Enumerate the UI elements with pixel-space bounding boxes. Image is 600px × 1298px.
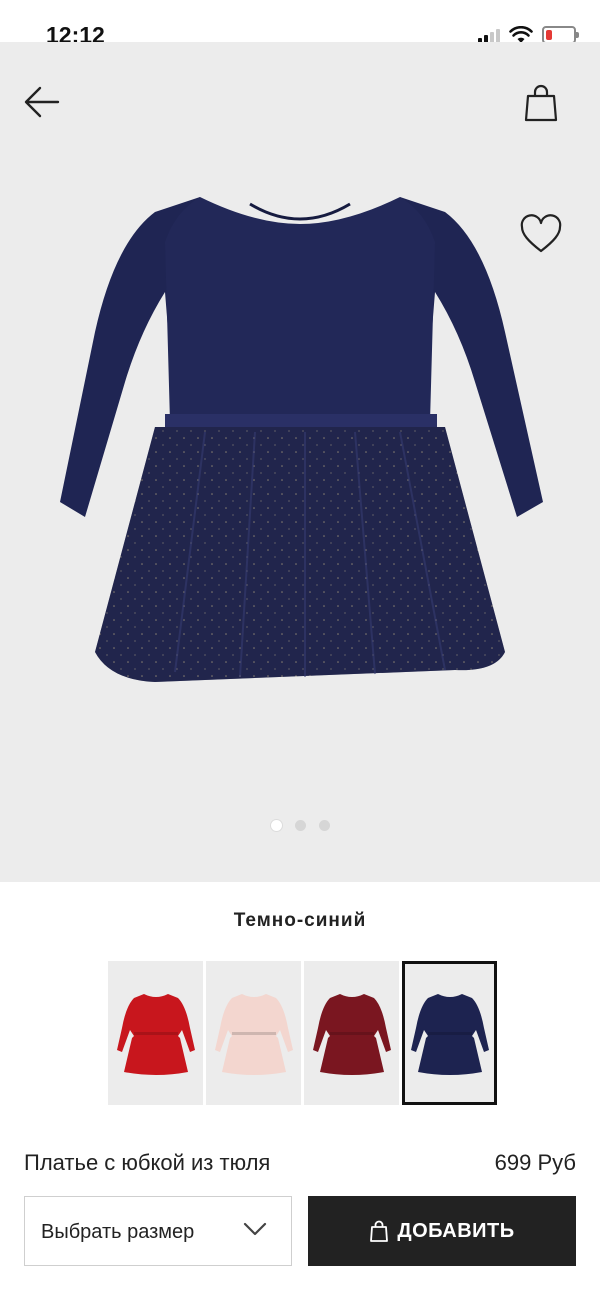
color-swatch[interactable]: [108, 961, 203, 1105]
status-bar: 12:12: [0, 0, 600, 48]
product-title: Платье с юбкой из тюля: [24, 1150, 271, 1175]
cart-button[interactable]: [520, 82, 562, 124]
swatch-dress-image: [312, 994, 391, 1075]
carousel-dot[interactable]: [294, 820, 306, 831]
shopping-bag-icon: [524, 84, 558, 122]
product-image: [60, 197, 543, 682]
back-button[interactable]: [22, 82, 62, 122]
product-price: 699 Руб: [494, 1150, 576, 1175]
swatch-dress-image: [410, 994, 489, 1075]
selected-color-name: Темно-синий: [233, 910, 367, 931]
carousel-indicator: [0, 820, 600, 831]
add-to-cart-button[interactable]: ДОБАВИТЬ: [308, 1196, 576, 1266]
color-swatches: [108, 961, 497, 1105]
color-swatch[interactable]: [402, 961, 497, 1105]
shopping-bag-icon: [370, 1220, 389, 1242]
size-select[interactable]: Выбрать размер: [24, 1196, 292, 1266]
swatch-dress-image: [116, 994, 195, 1075]
carousel-dot[interactable]: [270, 820, 282, 831]
arrow-left-icon: [24, 86, 60, 118]
chevron-down-icon: [243, 1222, 267, 1236]
carousel-dot[interactable]: [318, 820, 330, 831]
size-select-label: Выбрать размер: [41, 1221, 195, 1243]
product-image-carousel[interactable]: [0, 42, 600, 882]
add-to-cart-label: ДОБАВИТЬ: [397, 1219, 515, 1242]
swatch-dress-image: [214, 994, 293, 1075]
color-swatch[interactable]: [206, 961, 301, 1105]
color-swatch[interactable]: [304, 961, 399, 1105]
signal-icon: [478, 27, 500, 43]
